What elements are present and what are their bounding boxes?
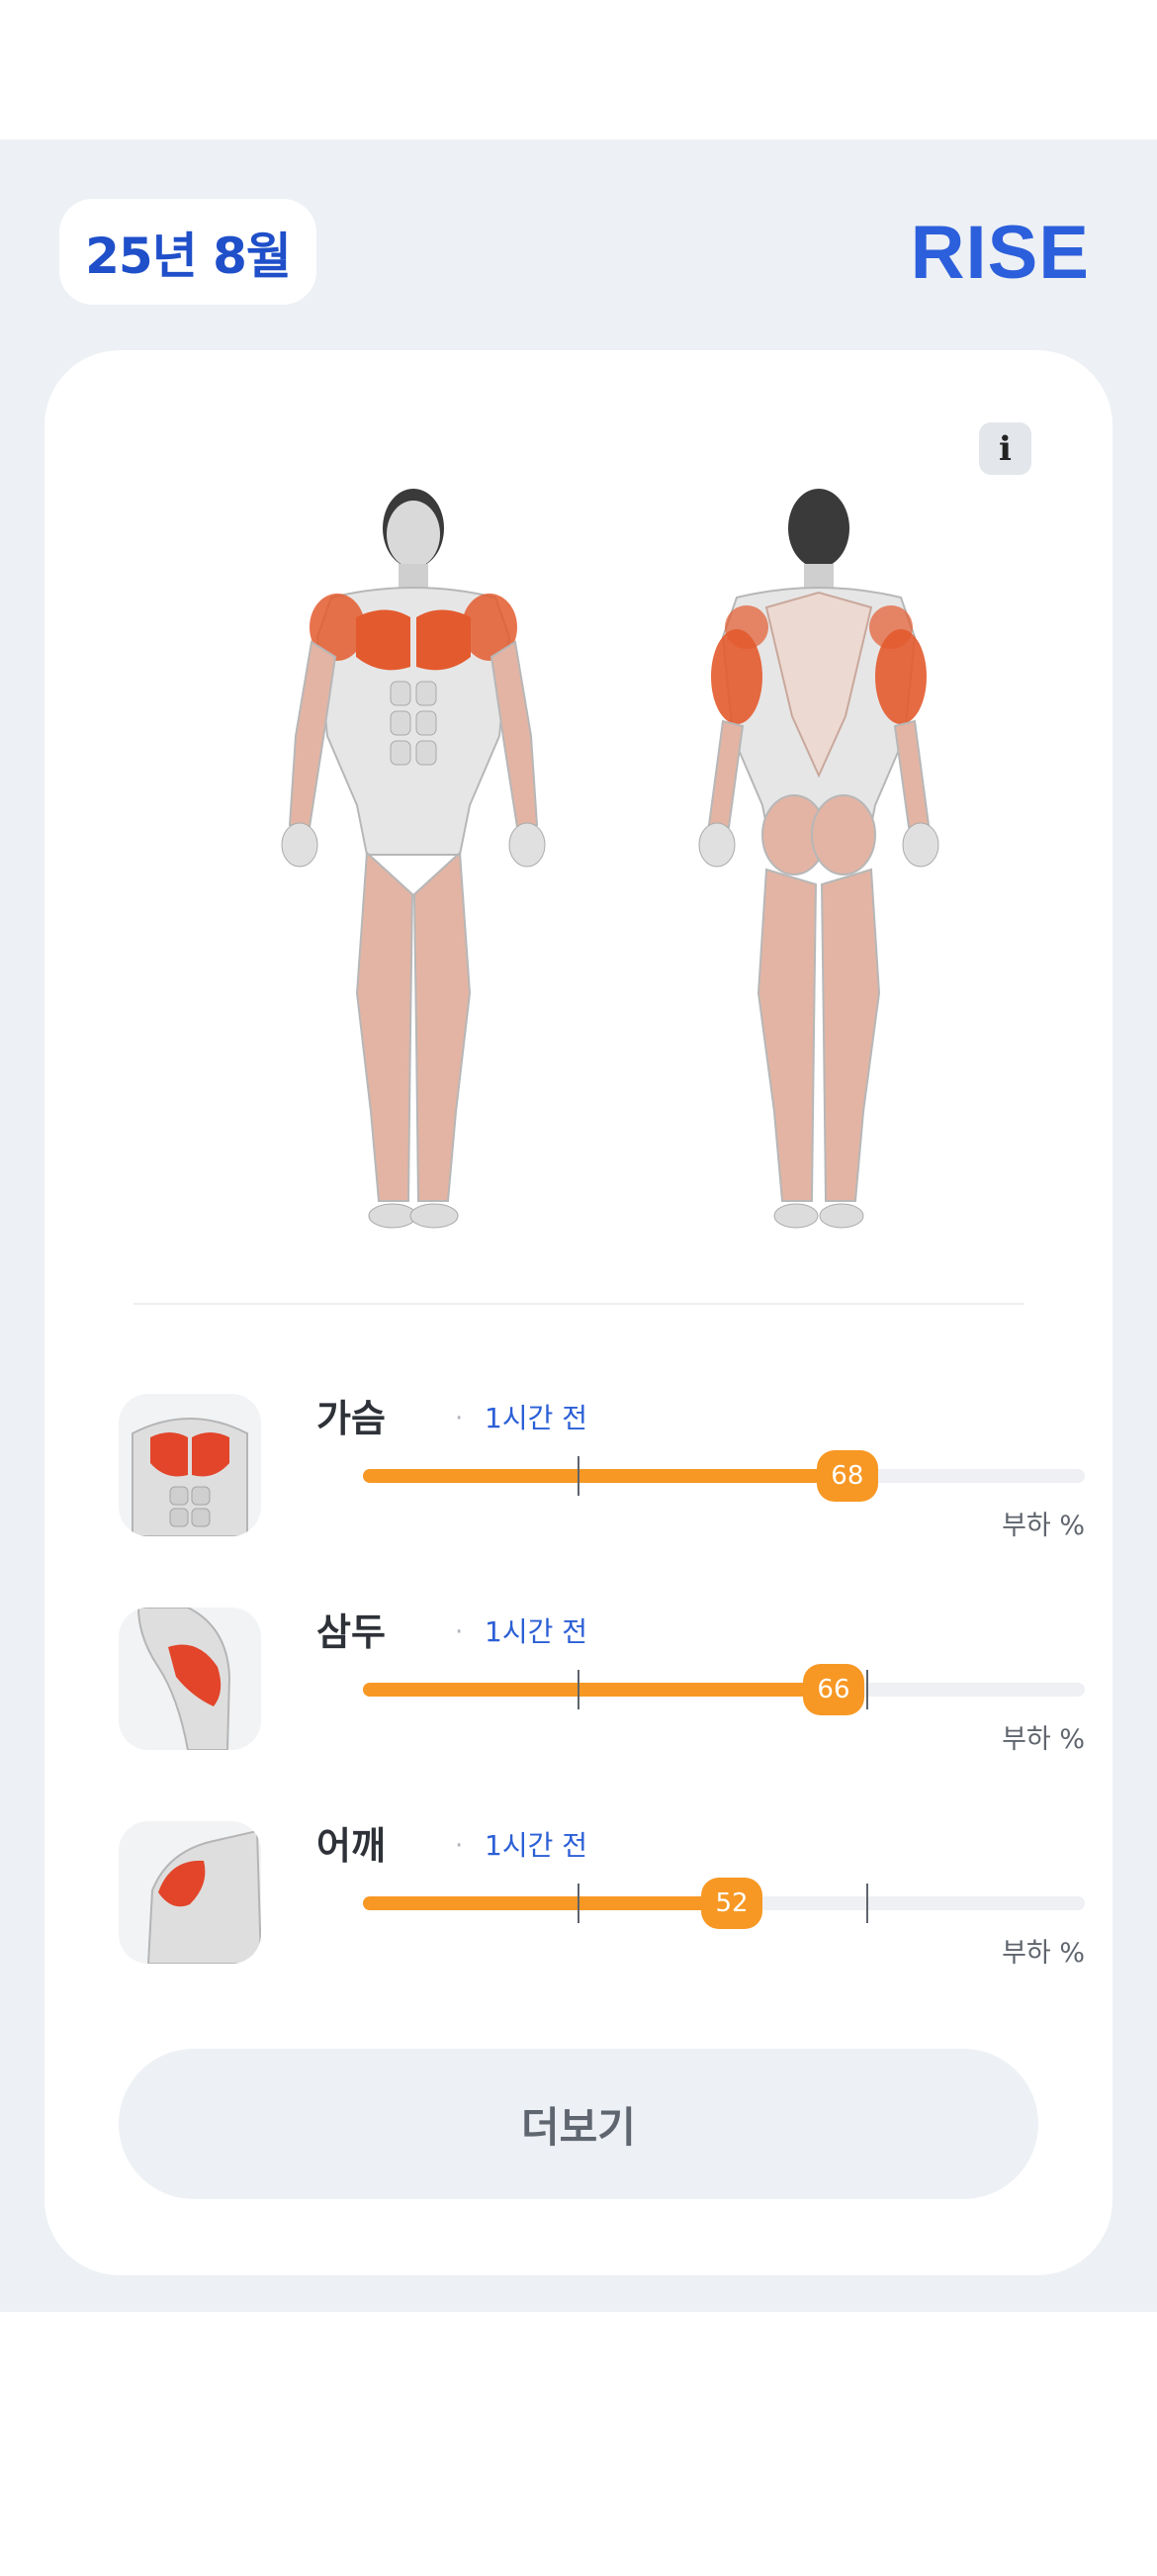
separator-dot: · <box>455 1617 464 1647</box>
muscle-load-card: i 가슴 · 1시간 전 68 부하 % 삼두 · 1시간 전 66 부하 % … <box>44 350 1112 2275</box>
more-button[interactable]: 더보기 <box>119 2049 1038 2199</box>
muscle-name: 가슴 <box>316 1397 386 1440</box>
load-unit-label: 부하 % <box>1002 1724 1085 1755</box>
load-track: 68 <box>363 1450 1085 1502</box>
section-divider <box>134 1303 1024 1305</box>
separator-dot: · <box>455 1404 464 1433</box>
threshold-tick-high <box>866 1670 868 1709</box>
load-unit-label: 부하 % <box>1002 1938 1085 1969</box>
load-unit-label: 부하 % <box>1002 1511 1085 1541</box>
body-figures <box>213 479 974 1250</box>
muscle-row-shoulder[interactable]: 어깨 · 1시간 전 52 부하 % <box>119 1821 1085 1969</box>
load-fill <box>363 1683 834 1697</box>
front-body-figure <box>281 489 546 1229</box>
last-trained-time: 1시간 전 <box>485 1615 587 1648</box>
last-trained-time: 1시간 전 <box>485 1402 587 1434</box>
triceps-thumbnail <box>119 1608 261 1750</box>
load-track: 66 <box>363 1664 1085 1715</box>
separator-dot: · <box>455 1831 464 1861</box>
shoulder-thumbnail <box>119 1821 261 1964</box>
muscle-name: 삼두 <box>316 1610 386 1654</box>
load-fill <box>363 1469 847 1483</box>
back-body-figure <box>698 489 939 1229</box>
load-value-badge: 52 <box>701 1878 763 1929</box>
threshold-tick-high <box>866 1884 868 1923</box>
threshold-tick-low <box>578 1670 579 1709</box>
muscle-row-chest[interactable]: 가슴 · 1시간 전 68 부하 % <box>119 1394 1085 1541</box>
muscle-row-triceps[interactable]: 삼두 · 1시간 전 66 부하 % <box>119 1608 1085 1755</box>
threshold-tick-low <box>578 1456 579 1496</box>
app-logo: RISE <box>910 210 1090 295</box>
load-track: 52 <box>363 1878 1085 1929</box>
last-trained-time: 1시간 전 <box>485 1829 587 1862</box>
load-value-badge: 68 <box>816 1450 878 1502</box>
chest-thumbnail <box>119 1394 261 1536</box>
month-selector[interactable]: 25년 8월 <box>59 199 316 305</box>
load-value-badge: 66 <box>802 1664 864 1715</box>
muscle-name: 어깨 <box>316 1824 386 1868</box>
threshold-tick-low <box>578 1884 579 1923</box>
load-fill <box>363 1896 733 1910</box>
info-button[interactable]: i <box>979 422 1031 475</box>
